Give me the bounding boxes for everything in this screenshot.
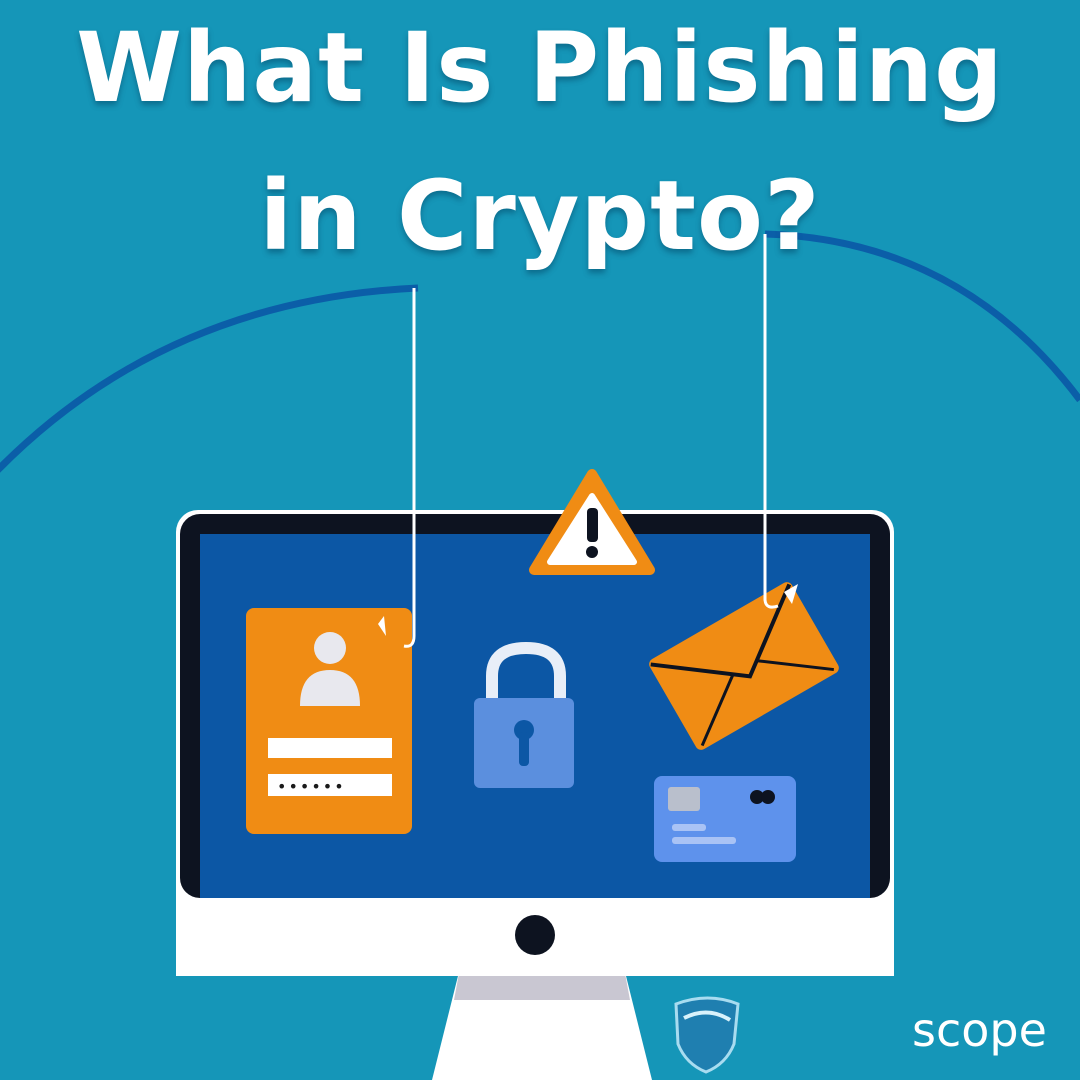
monitor-stand — [432, 968, 652, 1080]
login-card: •••••• — [246, 608, 412, 834]
password-mask: •••••• — [277, 777, 346, 796]
username-field — [268, 738, 392, 758]
brand-name: scope — [912, 1003, 1047, 1057]
illustration-canvas: •••••• What Is Phishing in Crypto? scope — [0, 0, 1080, 1080]
credit-card-icon — [654, 776, 796, 862]
left-arc — [0, 284, 419, 473]
shield-logo-icon — [674, 996, 740, 1074]
monitor-camera-dot — [515, 915, 555, 955]
title-line-2: in Crypto? — [259, 160, 821, 272]
title-line-1: What Is Phishing — [76, 12, 1004, 124]
